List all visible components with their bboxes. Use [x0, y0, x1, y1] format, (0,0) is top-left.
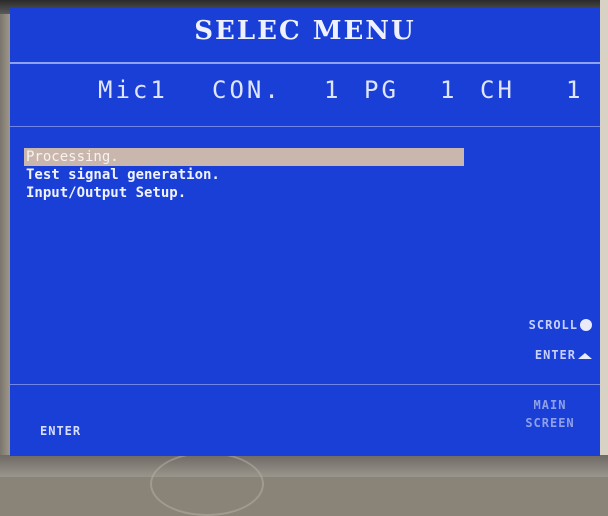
title-divider [10, 62, 600, 64]
device-bezel-right [600, 0, 608, 477]
status-source: Mic1 [98, 76, 168, 104]
status-pg-value: 1 [440, 76, 458, 104]
menu-item-test-signal-generation[interactable]: Test signal generation. [24, 166, 464, 184]
scroll-hint: SCROLL [529, 318, 592, 332]
status-ch-value: 1 [566, 76, 584, 104]
enter-triangle-icon [578, 353, 592, 359]
softkey-divider [10, 384, 600, 385]
enter-softkey[interactable]: ENTER [40, 424, 81, 438]
status-pg-label: PG [364, 76, 399, 104]
device-logo-emboss [150, 452, 264, 516]
status-con-label: CON. [212, 76, 282, 104]
status-ch-label: CH [480, 76, 515, 104]
header-divider [10, 126, 600, 127]
screen-title: SELEC MENU [194, 16, 416, 46]
selection-menu: Processing. Test signal generation. Inpu… [24, 148, 464, 202]
enter-hint: ENTER [535, 348, 592, 362]
device-bezel-left [0, 0, 10, 477]
knob-icon [580, 319, 592, 331]
enter-hint-label: ENTER [534, 348, 576, 362]
lcd-screen: SELEC MENU Mic1 CON. 1 PG 1 CH 1 Process… [10, 8, 600, 456]
main-screen-softkey-line2: SCREEN [525, 416, 575, 430]
device-bezel-bottom [0, 455, 608, 477]
scroll-hint-label: SCROLL [528, 318, 578, 332]
menu-item-input-output-setup[interactable]: Input/Output Setup. [24, 184, 464, 202]
menu-item-processing[interactable]: Processing. [24, 148, 464, 166]
main-screen-softkey-line1: MAIN [533, 398, 567, 412]
status-con-value: 1 [324, 76, 342, 104]
main-screen-softkey[interactable]: MAIN SCREEN [510, 396, 590, 432]
